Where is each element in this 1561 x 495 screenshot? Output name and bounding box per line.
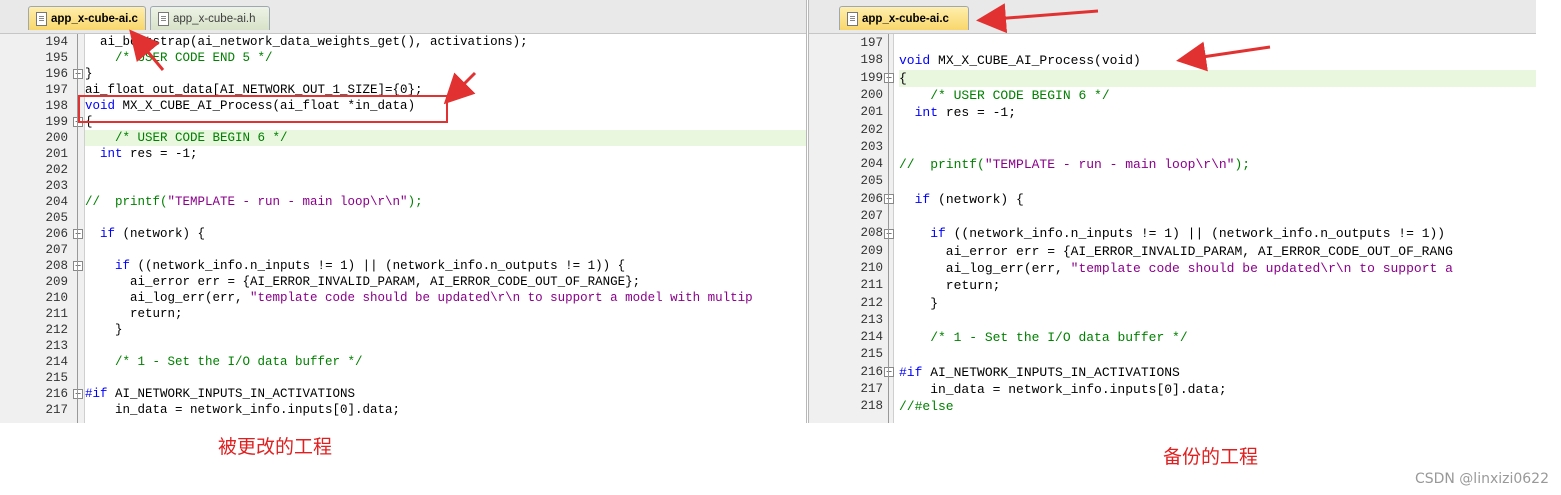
arrow-to-right-function <box>1176 41 1271 72</box>
annotation-arrows <box>129 3 1271 105</box>
arrow-to-left-tab <box>129 29 165 71</box>
arrow-to-left-function <box>443 71 477 105</box>
arrow-to-right-tab <box>976 3 1099 34</box>
